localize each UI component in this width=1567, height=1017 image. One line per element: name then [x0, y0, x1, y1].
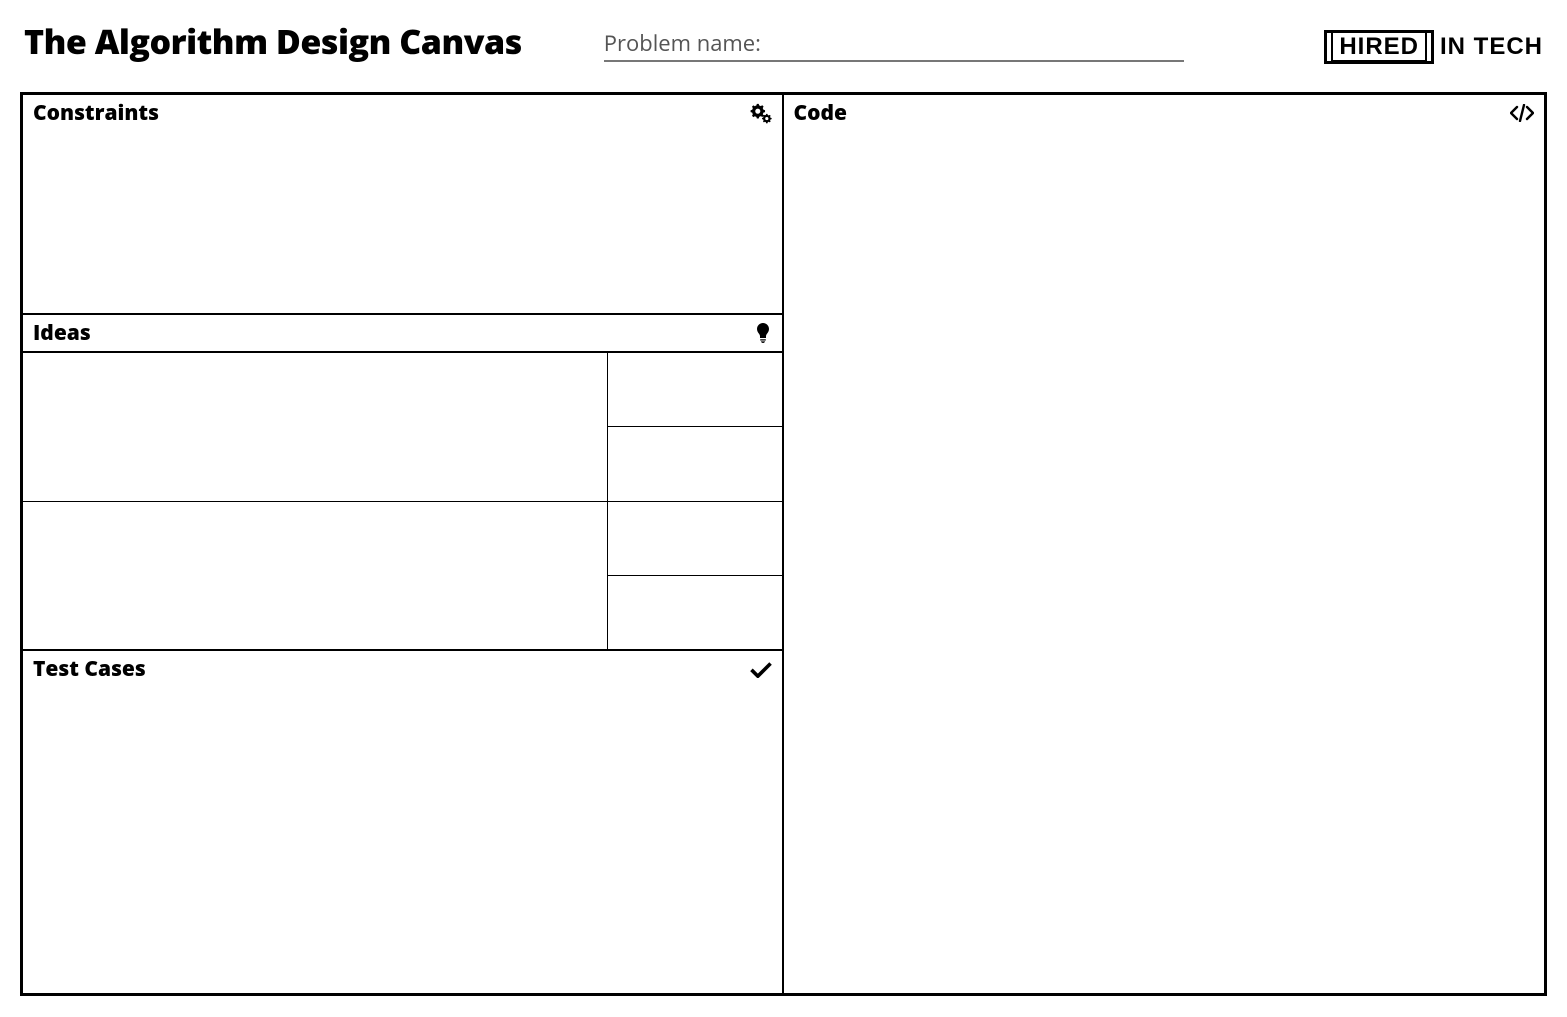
problem-name-input[interactable] — [767, 30, 1184, 58]
page-header: The Algorithm Design Canvas Problem name… — [20, 18, 1547, 66]
brand-text: IN TECH — [1440, 33, 1543, 61]
test-cases-area[interactable] — [23, 687, 782, 993]
page-title: The Algorithm Design Canvas — [24, 18, 592, 66]
problem-name-field-wrap: Problem name: — [604, 28, 1184, 62]
ideas-title: Ideas — [33, 319, 91, 347]
section-code: Code — [784, 95, 1545, 993]
canvas-page: The Algorithm Design Canvas Problem name… — [0, 0, 1567, 1017]
ideas-main-cell[interactable] — [23, 502, 608, 649]
canvas-grid: Constraints Ideas — [20, 92, 1547, 996]
constraints-area[interactable] — [23, 131, 782, 313]
check-icon — [750, 660, 772, 678]
code-icon — [1510, 104, 1534, 122]
code-header: Code — [784, 95, 1545, 131]
brand-logo: HIRED IN TECH — [1324, 30, 1543, 66]
lightbulb-icon — [754, 323, 772, 343]
ideas-header: Ideas — [23, 315, 782, 353]
ideas-side-cells — [608, 353, 782, 501]
constraints-title: Constraints — [33, 99, 159, 127]
section-test-cases: Test Cases — [23, 651, 782, 993]
code-area[interactable] — [784, 131, 1545, 993]
ideas-side-top-cell[interactable] — [608, 502, 782, 576]
test-cases-header: Test Cases — [23, 651, 782, 687]
ideas-side-bottom-cell[interactable] — [608, 576, 782, 650]
section-ideas: Ideas — [23, 315, 782, 651]
canvas-left-column: Constraints Ideas — [23, 95, 784, 993]
problem-name-label: Problem name: — [604, 28, 767, 58]
gears-icon — [750, 102, 772, 124]
ideas-main-cell[interactable] — [23, 353, 608, 501]
test-cases-title: Test Cases — [33, 655, 146, 683]
ideas-side-cells — [608, 502, 782, 649]
ideas-row — [23, 501, 782, 649]
brand-box-text: HIRED — [1331, 30, 1427, 62]
ideas-side-bottom-cell[interactable] — [608, 427, 782, 501]
section-constraints: Constraints — [23, 95, 782, 315]
ideas-row — [23, 353, 782, 501]
constraints-header: Constraints — [23, 95, 782, 131]
canvas-right-column: Code — [784, 95, 1545, 993]
brand-box: HIRED — [1324, 30, 1434, 64]
ideas-side-top-cell[interactable] — [608, 353, 782, 427]
code-title: Code — [794, 99, 848, 127]
